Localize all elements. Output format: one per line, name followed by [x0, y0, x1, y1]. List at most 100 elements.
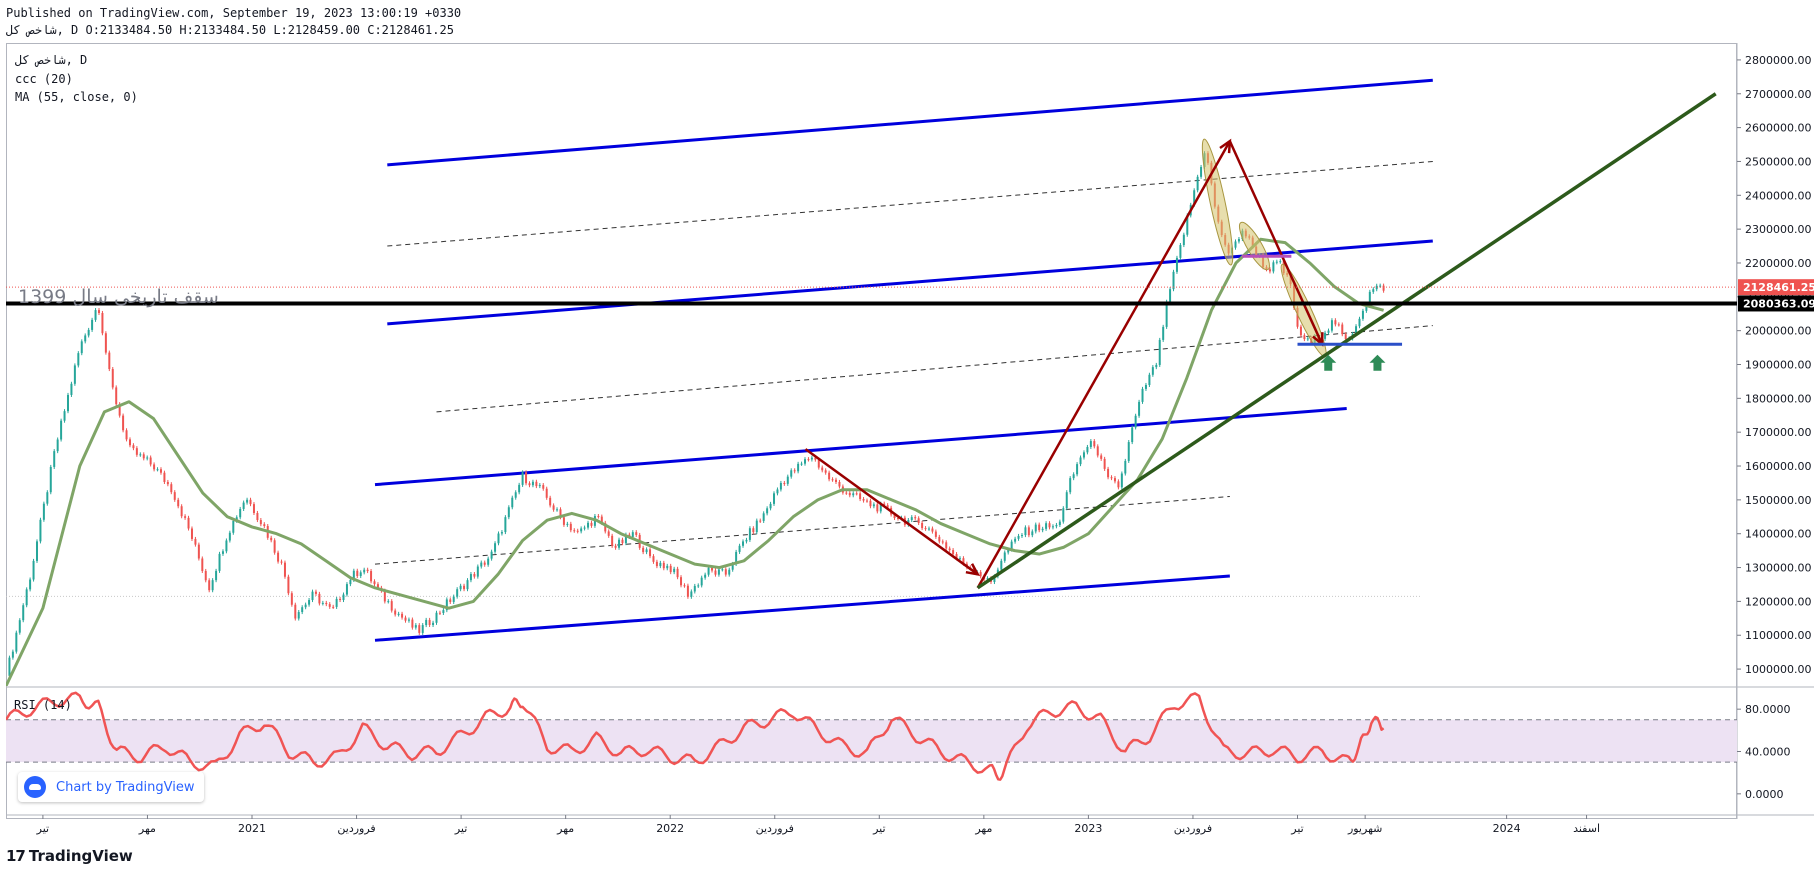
candle [49, 466, 52, 493]
long-trendline [976, 92, 1717, 590]
candle [611, 535, 614, 546]
candle [414, 625, 417, 628]
candle [232, 520, 235, 533]
candle [101, 312, 104, 334]
candle [18, 620, 21, 633]
candle [1103, 458, 1106, 469]
candle [404, 617, 407, 621]
candle [73, 365, 76, 384]
candle [370, 571, 373, 582]
candle [1162, 326, 1165, 340]
candle [714, 570, 717, 575]
candle [635, 532, 638, 535]
candle [1334, 320, 1337, 325]
candle [552, 505, 555, 510]
candle [1024, 527, 1027, 536]
candle [614, 545, 617, 548]
legend-indicator-ccc[interactable]: ccc (20) [15, 72, 73, 86]
candle [717, 569, 720, 575]
candle [569, 523, 572, 531]
candle [500, 532, 503, 534]
candle [958, 558, 961, 560]
candle [1234, 241, 1237, 248]
candle [531, 481, 534, 486]
candle [87, 329, 90, 336]
x-tick-label: تیر [1290, 822, 1303, 835]
candle [941, 541, 944, 543]
candle [1069, 478, 1072, 493]
chart-by-tradingview-badge[interactable]: Chart by TradingView [18, 772, 205, 802]
candle [239, 508, 242, 518]
candle [321, 602, 324, 604]
candle [1014, 538, 1017, 542]
candle [153, 464, 156, 470]
y-tick-label: 2700000.00 [1745, 88, 1811, 101]
candle [1141, 388, 1144, 402]
legend-symbol[interactable]: شاخص کل, D [15, 53, 87, 67]
legend-indicator-ma[interactable]: MA (55, close, 0) [15, 90, 138, 104]
candle [545, 488, 548, 498]
candle [573, 530, 576, 532]
candle [666, 565, 669, 569]
x-tick-label: تیر [36, 822, 49, 835]
channel-line [387, 239, 1433, 326]
candle [618, 539, 621, 548]
candle [504, 517, 507, 533]
y-tick-label: 2600000.00 [1745, 122, 1811, 135]
rsi-pane[interactable] [6, 691, 1737, 781]
candle [469, 574, 472, 581]
candle [32, 560, 35, 580]
candle [769, 503, 772, 509]
candle [204, 570, 207, 581]
candle [139, 454, 142, 456]
candle [270, 537, 273, 541]
candle [1306, 338, 1309, 340]
candle [562, 517, 565, 525]
candle [359, 572, 362, 577]
candle [1034, 524, 1037, 532]
candle [1196, 176, 1199, 191]
candle [607, 531, 610, 536]
candle [945, 542, 948, 549]
candle [728, 569, 731, 575]
candle [1000, 560, 1003, 570]
main-pane[interactable] [6, 78, 1737, 686]
legend-rsi[interactable]: RSI (14) [14, 698, 72, 712]
candle [366, 569, 369, 572]
candle [242, 502, 245, 509]
candle [1082, 452, 1085, 458]
candle [948, 548, 951, 551]
candle [779, 482, 782, 490]
candle [1117, 481, 1120, 488]
candle [246, 499, 249, 503]
candle [876, 504, 879, 512]
candle [53, 451, 56, 467]
candle [924, 528, 927, 530]
y-tick-label: 1900000.00 [1745, 359, 1811, 372]
price-chart[interactable]: 1000000.00 1100000.00 1200000.00 1300000.00… [0, 0, 1814, 875]
candle [583, 527, 586, 529]
candle [848, 492, 851, 496]
candle [518, 484, 521, 493]
candle [1151, 367, 1154, 375]
candle [42, 503, 45, 520]
channel-midline [436, 325, 1433, 413]
channel-line [374, 406, 1347, 487]
candle [84, 335, 87, 342]
rsi-y-tick-label: 40.0000 [1745, 746, 1791, 759]
candle [1155, 364, 1158, 368]
candle [1158, 339, 1161, 365]
candle [1379, 285, 1382, 287]
candle [697, 585, 700, 587]
candle [1003, 552, 1006, 561]
highlight-ellipse [1201, 138, 1234, 266]
candle [807, 459, 810, 461]
candle [1048, 523, 1051, 528]
candle [22, 605, 25, 621]
candle [1148, 374, 1151, 385]
candle [759, 520, 762, 522]
candle [752, 528, 755, 533]
tradingview-logo[interactable]: 17 TradingView [6, 847, 133, 865]
candle [852, 493, 855, 496]
candle [1038, 524, 1041, 531]
